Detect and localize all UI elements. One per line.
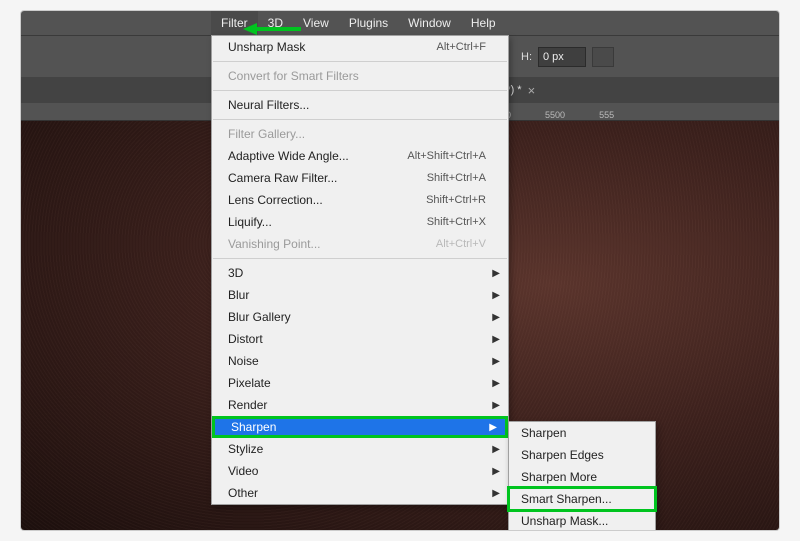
menuitem-filter-gallery: Filter Gallery... xyxy=(212,123,508,145)
menuitem-label: Filter Gallery... xyxy=(228,127,486,141)
menuitem-other[interactable]: Other ▶ xyxy=(212,482,508,504)
submenu-arrow-icon: ▶ xyxy=(492,334,500,345)
height-label: H: xyxy=(521,51,532,63)
ruler-tick: 5500 xyxy=(545,110,565,120)
submenu-arrow-icon: ▶ xyxy=(492,400,500,411)
menubar: Filter 3D View Plugins Window Help xyxy=(21,11,779,35)
sharpen-submenu: Sharpen Sharpen Edges Sharpen More Smart… xyxy=(508,421,656,531)
submenu-arrow-icon: ▶ xyxy=(492,378,500,389)
menuitem-label: Noise xyxy=(228,354,486,368)
menuitem-label: Render xyxy=(228,398,486,412)
submenu-arrow-icon: ▶ xyxy=(489,422,497,433)
ruler-tick: 555 xyxy=(599,110,614,120)
menuitem-label: 3D xyxy=(228,266,486,280)
menuitem-label: Stylize xyxy=(228,442,486,456)
menuitem-pixelate[interactable]: Pixelate ▶ xyxy=(212,372,508,394)
menuitem-last-filter[interactable]: Unsharp Mask Alt+Ctrl+F xyxy=(212,36,508,58)
menuitem-label: Vanishing Point... xyxy=(228,237,436,251)
submenu-arrow-icon: ▶ xyxy=(492,444,500,455)
menuitem-shortcut: Alt+Shift+Ctrl+A xyxy=(407,150,486,162)
menu-help[interactable]: Help xyxy=(461,11,506,35)
submenu-item-unsharp-mask[interactable]: Unsharp Mask... xyxy=(509,510,655,531)
anchor-icon[interactable] xyxy=(592,47,614,67)
menuitem-label: Unsharp Mask... xyxy=(521,514,608,528)
menuitem-label: Blur xyxy=(228,288,486,302)
submenu-arrow-icon: ▶ xyxy=(492,356,500,367)
menuitem-video[interactable]: Video ▶ xyxy=(212,460,508,482)
menuitem-noise[interactable]: Noise ▶ xyxy=(212,350,508,372)
menuitem-label: Smart Sharpen... xyxy=(521,492,612,506)
menuitem-label: Adaptive Wide Angle... xyxy=(228,149,407,163)
menuitem-label: Liquify... xyxy=(228,215,427,229)
menuitem-label: Distort xyxy=(228,332,486,346)
close-icon[interactable]: × xyxy=(528,83,536,98)
menuitem-sharpen[interactable]: Sharpen ▶ xyxy=(212,416,508,438)
submenu-item-sharpen[interactable]: Sharpen xyxy=(509,422,655,444)
menuitem-vanishing-point: Vanishing Point... Alt+Ctrl+V xyxy=(212,233,508,255)
menuitem-adaptive-wide-angle[interactable]: Adaptive Wide Angle... Alt+Shift+Ctrl+A xyxy=(212,145,508,167)
menuitem-shortcut: Alt+Ctrl+V xyxy=(436,238,486,250)
menuitem-label: Sharpen More xyxy=(521,470,597,484)
menuitem-render[interactable]: Render ▶ xyxy=(212,394,508,416)
menuitem-3d[interactable]: 3D ▶ xyxy=(212,262,508,284)
menuitem-convert-smart-filters: Convert for Smart Filters xyxy=(212,65,508,87)
filter-dropdown: Unsharp Mask Alt+Ctrl+F Convert for Smar… xyxy=(211,35,509,505)
menuitem-lens-correction[interactable]: Lens Correction... Shift+Ctrl+R xyxy=(212,189,508,211)
menuitem-neural-filters[interactable]: Neural Filters... xyxy=(212,94,508,116)
menuitem-shortcut: Shift+Ctrl+R xyxy=(426,194,486,206)
menu-window[interactable]: Window xyxy=(398,11,461,35)
submenu-arrow-icon: ▶ xyxy=(492,290,500,301)
menuitem-label: Camera Raw Filter... xyxy=(228,171,427,185)
menuitem-shortcut: Shift+Ctrl+X xyxy=(427,216,486,228)
submenu-arrow-icon: ▶ xyxy=(492,466,500,477)
menuitem-label: Sharpen xyxy=(521,426,566,440)
submenu-arrow-icon: ▶ xyxy=(492,268,500,279)
menuitem-label: Sharpen Edges xyxy=(521,448,604,462)
menuitem-stylize[interactable]: Stylize ▶ xyxy=(212,438,508,460)
menuitem-label: Video xyxy=(228,464,486,478)
menuitem-label: Neural Filters... xyxy=(228,98,486,112)
menuitem-liquify[interactable]: Liquify... Shift+Ctrl+X xyxy=(212,211,508,233)
menuitem-label: Blur Gallery xyxy=(228,310,486,324)
annotation-arrow-icon xyxy=(243,21,303,37)
menuitem-label: Sharpen xyxy=(231,420,483,434)
menuitem-shortcut: Shift+Ctrl+A xyxy=(427,172,486,184)
menuitem-blur[interactable]: Blur ▶ xyxy=(212,284,508,306)
menuitem-blur-gallery[interactable]: Blur Gallery ▶ xyxy=(212,306,508,328)
submenu-item-smart-sharpen[interactable]: Smart Sharpen... xyxy=(509,488,655,510)
app-window: Filter 3D View Plugins Window Help H: /1… xyxy=(20,10,780,531)
submenu-item-sharpen-more[interactable]: Sharpen More xyxy=(509,466,655,488)
menuitem-label: Lens Correction... xyxy=(228,193,426,207)
menuitem-label: Unsharp Mask xyxy=(228,40,436,54)
menuitem-camera-raw-filter[interactable]: Camera Raw Filter... Shift+Ctrl+A xyxy=(212,167,508,189)
menuitem-distort[interactable]: Distort ▶ xyxy=(212,328,508,350)
menuitem-label: Convert for Smart Filters xyxy=(228,69,486,83)
height-field[interactable] xyxy=(538,47,586,67)
menu-plugins[interactable]: Plugins xyxy=(339,11,398,35)
menuitem-label: Other xyxy=(228,486,486,500)
submenu-item-sharpen-edges[interactable]: Sharpen Edges xyxy=(509,444,655,466)
menuitem-shortcut: Alt+Ctrl+F xyxy=(436,41,486,53)
submenu-arrow-icon: ▶ xyxy=(492,312,500,323)
menuitem-label: Pixelate xyxy=(228,376,486,390)
submenu-arrow-icon: ▶ xyxy=(492,488,500,499)
